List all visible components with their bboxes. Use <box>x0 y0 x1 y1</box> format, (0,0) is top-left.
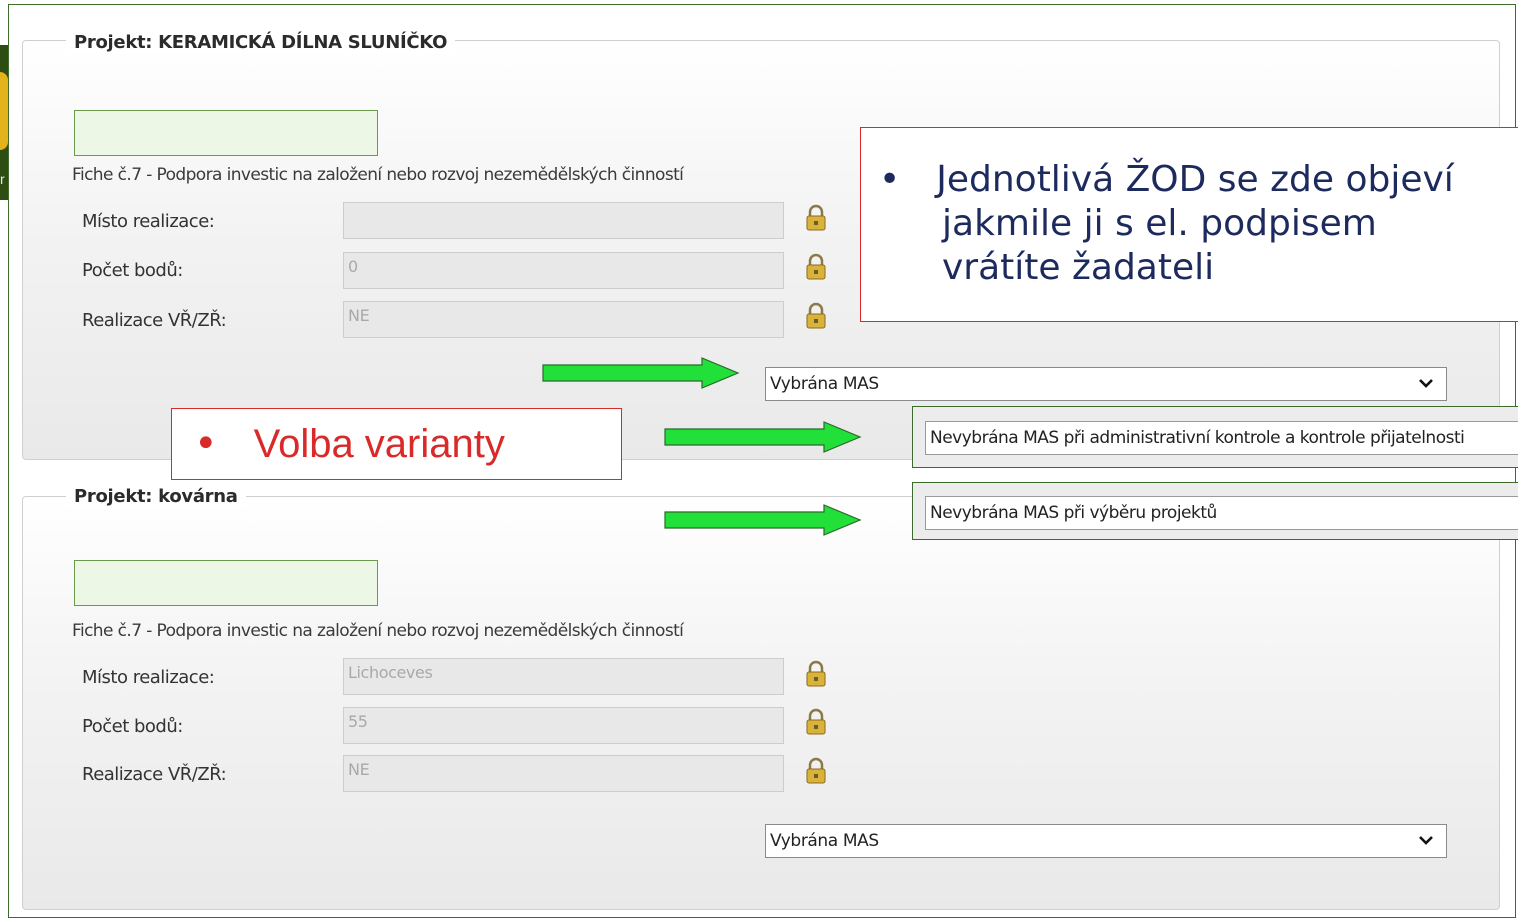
field-label-realizace-vr-zr: Realizace VŘ/ZŘ: <box>82 310 227 331</box>
misto-realizace-field: Lichoceves <box>343 658 784 695</box>
lock-icon <box>806 253 826 280</box>
zod-callout: • Jednotlivá ŽOD se zde objeví jakmile ji… <box>860 127 1518 322</box>
lock-icon <box>806 204 826 231</box>
lock-icon <box>806 660 826 687</box>
zod-callout-text: • Jednotlivá ŽOD se zde objeví jakmile ji… <box>879 158 1454 290</box>
field-label-pocet-bodu: Počet bodů: <box>82 260 183 281</box>
project-id-highlight-1 <box>74 110 378 156</box>
lock-icon <box>806 708 826 735</box>
chevron-down-icon <box>1419 836 1433 845</box>
field-label-misto-realizace: Místo realizace: <box>82 211 215 232</box>
pocet-bodu-field: 55 <box>343 707 784 744</box>
pocet-bodu-field: 0 <box>343 252 784 289</box>
zod-callout-line1: Jednotlivá ŽOD se zde objeví <box>936 159 1454 200</box>
logo-sun-shape <box>0 72 8 150</box>
arrow-right-icon <box>542 357 740 389</box>
realizace-vr-zr-field: NE <box>343 755 784 792</box>
field-label-pocet-bodu: Počet bodů: <box>82 716 183 737</box>
field-label-realizace-vr-zr: Realizace VŘ/ZŘ: <box>82 764 227 785</box>
zod-callout-line3: vrátíte žadateli <box>942 247 1215 288</box>
selection-dropdown-1[interactable]: Vybrána MAS <box>765 367 1447 401</box>
dropdown-option-vyber-projektu[interactable]: Nevybrána MAS při výběru projektů <box>925 496 1518 530</box>
arrow-right-icon <box>664 504 862 536</box>
lock-icon <box>806 757 826 784</box>
selection-dropdown-2[interactable]: Vybrána MAS <box>765 824 1447 858</box>
project-title-2: Projekt: kovárna <box>66 486 246 508</box>
realizace-vr-zr-field: NE <box>343 301 784 338</box>
volba-callout-text: • Volba varianty <box>194 421 505 467</box>
chevron-down-icon <box>1419 379 1433 388</box>
fiche-text-2: Fiche č.7 - Podpora investic na založení… <box>72 621 684 641</box>
bullet-icon: • <box>194 421 218 467</box>
project-title-1: Projekt: KERAMICKÁ DÍLNA SLUNÍČKO <box>66 32 456 54</box>
dropdown-option-admin-kontrola[interactable]: Nevybrána MAS při administrativní kontro… <box>925 421 1518 455</box>
misto-realizace-field <box>343 202 784 239</box>
selection-dropdown-value: Vybrána MAS <box>770 374 879 394</box>
logo-letter: r <box>0 171 5 187</box>
zod-callout-line2: jakmile ji s el. podpisem <box>942 203 1377 244</box>
project-id-highlight-2 <box>74 560 378 606</box>
field-label-misto-realizace: Místo realizace: <box>82 667 215 688</box>
fiche-text-1: Fiche č.7 - Podpora investic na založení… <box>72 165 684 185</box>
selection-dropdown-value: Vybrána MAS <box>770 831 879 851</box>
lock-icon <box>806 302 826 329</box>
arrow-right-icon <box>664 421 862 453</box>
volba-callout-label: Volba varianty <box>253 422 505 466</box>
volba-callout: • Volba varianty <box>171 408 622 480</box>
bullet-icon: • <box>879 159 901 200</box>
